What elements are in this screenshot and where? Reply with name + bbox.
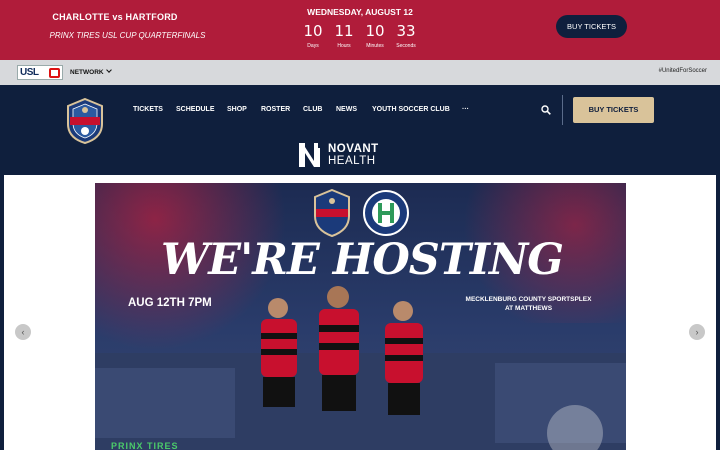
countdown-value: 10 (365, 22, 385, 40)
countdown-label: Hours (337, 43, 351, 49)
usl-logo-mark-icon (49, 68, 60, 78)
slide-match-time: AUG 12TH 7PM (128, 297, 212, 309)
countdown-label: Days (307, 43, 319, 49)
countdown-value: 33 (396, 22, 416, 40)
sponsor-name-line1: NOVANT (328, 143, 379, 155)
hartford-athletic-badge (363, 190, 409, 236)
countdown-minutes: 10 Minutes (360, 22, 390, 49)
sponsor-logo[interactable]: NOVANT HEALTH (299, 143, 413, 167)
nav-item-shop[interactable]: SHOP (227, 106, 247, 113)
page: CHARLOTTE vs HARTFORD PRINX TIRES USL CU… (0, 0, 720, 450)
nav-item-club[interactable]: CLUB (303, 106, 322, 113)
carousel-prev-button[interactable]: ‹ (15, 324, 31, 340)
usl-network-bar: USL NETWORK #UnitedForSoccer (0, 60, 720, 85)
carousel-next-button[interactable]: › (689, 324, 705, 340)
match-promo-bar: CHARLOTTE vs HARTFORD PRINX TIRES USL CU… (0, 0, 720, 60)
main-navigation: TICKETS SCHEDULE SHOP ROSTER CLUB NEWS Y… (0, 85, 720, 175)
countdown-seconds: 33 Seconds (391, 22, 421, 49)
nav-item-news[interactable]: NEWS (336, 106, 357, 113)
slide-venue: MECKLENBURG COUNTY SPORTSPLEX AT MATTHEW… (461, 295, 596, 313)
club-crest-logo[interactable] (64, 98, 106, 144)
search-icon[interactable] (541, 105, 551, 115)
sponsor-name-line2: HEALTH (328, 155, 376, 167)
usl-logo[interactable]: USL (17, 65, 63, 80)
novant-n-icon (299, 143, 323, 167)
slide-sponsor: PRINX TIRES (111, 441, 179, 450)
nav-item-schedule[interactable]: SCHEDULE (176, 106, 215, 113)
usl-logo-text: USL (20, 67, 39, 78)
nav-buy-tickets-button[interactable]: BUY TICKETS (573, 97, 654, 123)
countdown-label: Seconds (396, 43, 416, 49)
venue-line1: MECKLENBURG COUNTY SPORTSPLEX (465, 296, 592, 303)
nav-more-button[interactable]: ··· (462, 106, 469, 113)
independence-badge (314, 189, 350, 237)
countdown-days: 10 Days (298, 22, 328, 49)
venue-line2: AT MATTHEWS (504, 305, 553, 312)
promo-buy-tickets-button[interactable]: BUY TICKETS (556, 15, 627, 38)
competition-label: PRINX TIRES USL CUP QUARTERFINALS (49, 31, 206, 40)
hero-slide[interactable]: WE'RE HOSTING AUG 12TH 7PM MECKLENBURG C… (95, 183, 626, 450)
nav-divider (562, 95, 563, 125)
countdown-value: 11 (334, 22, 354, 40)
nav-item-roster[interactable]: ROSTER (261, 106, 290, 113)
countdown-hours: 11 Hours (329, 22, 359, 49)
network-dropdown[interactable]: NETWORK (70, 67, 112, 76)
network-label: NETWORK (70, 69, 104, 76)
players-photo (261, 286, 423, 415)
countdown-value: 10 (303, 22, 323, 40)
match-date: WEDNESDAY, AUGUST 12 (307, 7, 413, 17)
match-title[interactable]: CHARLOTTE vs HARTFORD (30, 12, 200, 22)
nav-item-youth-soccer-club[interactable]: YOUTH SOCCER CLUB (372, 106, 450, 113)
hashtag-link[interactable]: #UnitedForSoccer (659, 68, 707, 74)
chevron-down-icon (105, 67, 112, 73)
slide-headline: WE'RE HOSTING (161, 235, 564, 285)
countdown-label: Minutes (366, 43, 384, 49)
nav-item-tickets[interactable]: TICKETS (133, 106, 163, 113)
